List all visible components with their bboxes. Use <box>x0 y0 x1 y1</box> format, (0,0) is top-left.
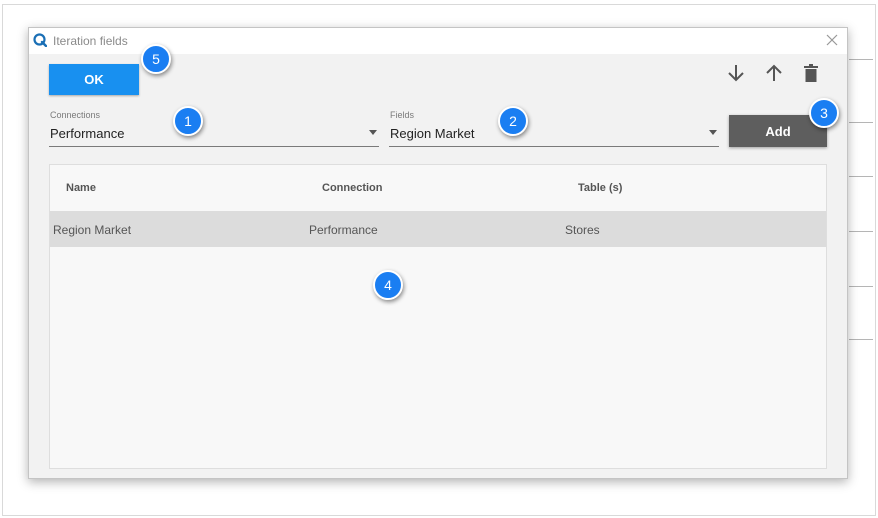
background-line <box>849 59 873 60</box>
dialog-title: Iteration fields <box>53 34 128 48</box>
connections-dropdown[interactable]: Connections Performance <box>49 108 379 147</box>
caret-down-icon <box>709 130 717 135</box>
table-cell-name: Region Market <box>53 223 132 237</box>
table-cell-connection: Performance <box>309 223 378 237</box>
background-line <box>849 231 873 232</box>
iteration-fields-dialog: Iteration fields OK Connections Performa… <box>28 27 848 479</box>
connections-label: Connections <box>50 110 101 120</box>
fields-label: Fields <box>390 110 415 120</box>
ok-button[interactable]: OK <box>49 64 139 95</box>
background-line <box>849 176 873 177</box>
trash-icon[interactable] <box>800 62 822 84</box>
column-header-tables[interactable]: Table (s) <box>578 182 622 194</box>
column-header-name[interactable]: Name <box>66 182 96 194</box>
column-header-connection[interactable]: Connection <box>322 182 383 194</box>
close-icon[interactable] <box>825 33 839 47</box>
callout-badge-2: 2 <box>498 106 528 136</box>
fields-value: Region Market <box>390 126 475 141</box>
background-line <box>849 286 873 287</box>
background-line <box>849 339 873 340</box>
qlik-logo-icon <box>33 33 47 47</box>
background-line <box>849 122 873 123</box>
iteration-fields-table: Name Connection Table (s) Region Market … <box>49 164 827 469</box>
connections-value: Performance <box>50 126 125 141</box>
callout-badge-1: 1 <box>173 106 203 136</box>
fields-dropdown[interactable]: Fields Region Market <box>389 108 719 147</box>
table-row[interactable]: Region Market Performance Stores <box>50 211 826 247</box>
table-cell-tables: Stores <box>565 223 600 237</box>
arrow-up-icon[interactable] <box>763 62 785 84</box>
arrow-down-icon[interactable] <box>725 62 747 84</box>
callout-badge-3: 3 <box>809 98 839 128</box>
callout-badge-5: 5 <box>141 44 171 74</box>
callout-badge-4: 4 <box>373 270 403 300</box>
caret-down-icon <box>369 130 377 135</box>
